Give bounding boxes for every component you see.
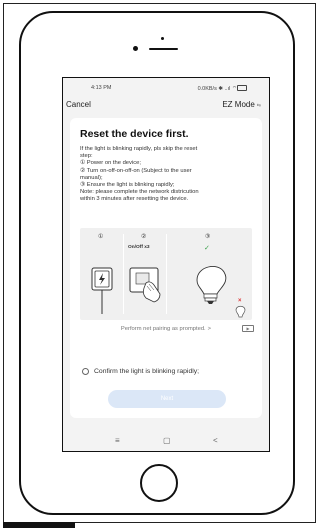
switch-mode-icon: ⇆ <box>256 103 261 109</box>
instruction-line: within 3 minutes after resetting the dev… <box>80 196 189 203</box>
battery-icon <box>237 85 247 91</box>
status-bar: 4:13 PM 0.0KB/s ✱ ..ıl ⌔ <box>63 82 269 96</box>
reset-instructions: If the light is blinking rapidly, pls sk… <box>80 146 258 204</box>
wall-switch-icon <box>129 267 161 303</box>
cross-icon: × <box>238 298 242 304</box>
power-socket-icon <box>91 267 113 314</box>
top-nav: Cancel EZ Mode ⇆ <box>63 96 269 114</box>
video-icon[interactable]: ▶ <box>242 325 254 332</box>
back-icon[interactable]: < <box>213 436 218 445</box>
reset-card: Reset the device first. If the light is … <box>70 118 262 418</box>
home-button[interactable] <box>140 464 178 502</box>
pairing-prompt-link[interactable]: Perform net pairing as prompted. > <box>70 326 262 332</box>
instruction-line: ③ Ensure the light is blinking rapidly; <box>80 182 175 189</box>
menu-icon[interactable]: ≡ <box>115 436 120 445</box>
ez-mode-label: EZ Mode <box>222 100 255 109</box>
confirm-radio[interactable] <box>82 368 89 375</box>
earpiece-speaker <box>149 48 178 50</box>
steps-drawing <box>91 265 246 318</box>
frame-edge-bar <box>3 522 75 528</box>
instruction-line: Note: please complete the network distri… <box>80 189 199 196</box>
pairing-prompt-text: Perform net pairing as prompted. <box>120 326 206 332</box>
front-camera <box>133 46 138 51</box>
status-time: 4:13 PM <box>91 85 112 91</box>
home-nav-icon[interactable]: ▢ <box>163 436 171 445</box>
light-bulb-icon <box>196 265 227 304</box>
instruction-line: If the light is blinking rapidly, pls sk… <box>80 146 198 152</box>
instruction-line: ② Turn on-off-on-off-on (Subject to the … <box>80 167 192 174</box>
instruction-line: manual); <box>80 174 103 181</box>
status-network: 0.0KB/s ✱ ..ıl ⌔ <box>197 86 237 92</box>
chevron-right-icon: > <box>207 326 212 332</box>
instruction-line: ① Power on the device; <box>80 160 141 167</box>
system-nav-bar: ≡ ▢ < <box>63 434 269 450</box>
cancel-button[interactable]: Cancel <box>66 100 91 109</box>
reset-steps-illustration: ① ② ③ On/Off x3 ✓ × <box>80 228 252 320</box>
page-title: Reset the device first. <box>80 128 189 140</box>
next-button[interactable]: Next <box>108 390 226 408</box>
confirm-label[interactable]: Confirm the light is blinking rapidly; <box>94 368 199 375</box>
front-sensor <box>161 37 164 40</box>
small-bulb-icon <box>235 305 246 318</box>
ez-mode-switch[interactable]: EZ Mode ⇆ <box>222 100 261 109</box>
phone-screen: 4:13 PM 0.0KB/s ✱ ..ıl ⌔ Cancel EZ Mode ⇆… <box>62 77 270 452</box>
